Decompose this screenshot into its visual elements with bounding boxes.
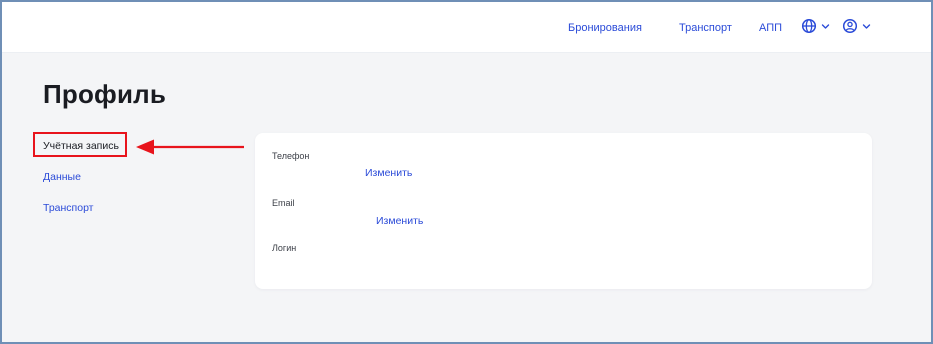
app-window: Бронирования Транспорт АПП Профиль Учётн…: [0, 0, 933, 344]
email-label: Email: [272, 198, 295, 208]
language-menu[interactable]: [801, 18, 830, 34]
change-phone-link[interactable]: Изменить: [365, 167, 412, 179]
nav-link-app[interactable]: АПП: [759, 22, 782, 34]
left-arrow-icon: [136, 139, 244, 155]
sidebar-item-data[interactable]: Данные: [43, 171, 81, 183]
account-card: Телефон Изменить Email Изменить Логин: [255, 133, 872, 289]
chevron-down-icon: [862, 23, 871, 29]
page-title: Профиль: [43, 79, 167, 109]
nav-link-bookings[interactable]: Бронирования: [568, 22, 642, 34]
account-menu[interactable]: [842, 18, 871, 34]
phone-label: Телефон: [272, 151, 310, 161]
top-navigation-bar: Бронирования Транспорт АПП: [2, 2, 931, 53]
user-circle-icon: [842, 18, 858, 34]
sidebar-item-transport[interactable]: Транспорт: [43, 202, 94, 214]
nav-link-transport[interactable]: Транспорт: [679, 22, 732, 34]
chevron-down-icon: [821, 23, 830, 29]
login-label: Логин: [272, 243, 297, 253]
change-email-link[interactable]: Изменить: [376, 215, 423, 227]
globe-icon: [801, 18, 817, 34]
highlight-box: [33, 132, 127, 157]
